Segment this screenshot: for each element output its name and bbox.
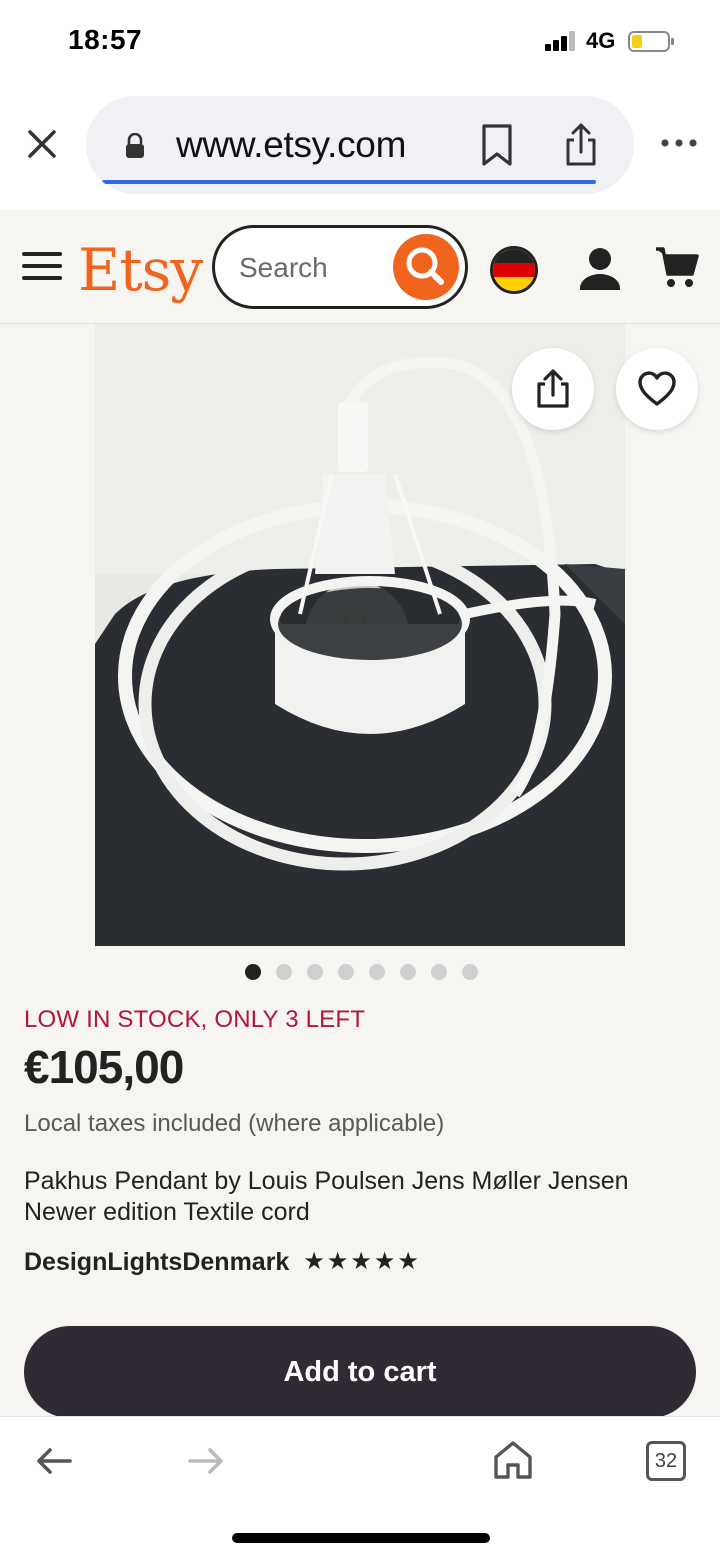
carousel-dot[interactable] bbox=[307, 964, 323, 980]
address-field[interactable]: www.etsy.com bbox=[86, 96, 634, 194]
network-type: 4G bbox=[586, 28, 616, 53]
status-time: 18:57 bbox=[68, 24, 143, 55]
etsy-logo[interactable]: Etsy bbox=[78, 236, 203, 304]
search-button[interactable] bbox=[393, 234, 459, 300]
search-placeholder: Search bbox=[239, 252, 328, 283]
tax-note: Local taxes included (where applicable) bbox=[24, 1110, 445, 1137]
home-icon[interactable] bbox=[492, 1439, 534, 1481]
heart-icon bbox=[638, 371, 676, 406]
carousel-dot[interactable] bbox=[400, 964, 416, 980]
carousel-dot[interactable] bbox=[245, 964, 261, 980]
browser-toolbar: 32 bbox=[0, 1416, 720, 1559]
share-icon[interactable] bbox=[562, 122, 600, 168]
more-icon[interactable] bbox=[660, 136, 698, 150]
star-icon: ★ bbox=[303, 1248, 325, 1275]
forward-arrow-icon[interactable] bbox=[186, 1445, 226, 1477]
rating-stars: ★ ★ ★ ★ ★ bbox=[303, 1250, 419, 1274]
search-input[interactable]: Search bbox=[212, 225, 468, 309]
page-load-progress bbox=[102, 180, 596, 184]
cart-icon[interactable] bbox=[654, 244, 700, 290]
add-to-cart-button[interactable]: Add to cart bbox=[24, 1326, 696, 1418]
star-icon: ★ bbox=[350, 1248, 372, 1275]
battery-icon bbox=[628, 31, 674, 52]
carousel-dot[interactable] bbox=[431, 964, 447, 980]
signal-icon bbox=[545, 31, 577, 51]
shop-name[interactable]: DesignLightsDenmark bbox=[24, 1248, 289, 1277]
site-header: Etsy Search bbox=[0, 210, 720, 324]
shop-row[interactable]: DesignLightsDenmark ★ ★ ★ ★ ★ bbox=[24, 1244, 419, 1280]
stock-notice: LOW IN STOCK, ONLY 3 LEFT bbox=[24, 1006, 366, 1033]
star-icon: ★ bbox=[326, 1248, 349, 1275]
carousel-dot[interactable] bbox=[462, 964, 478, 980]
home-indicator bbox=[232, 1533, 490, 1543]
favorite-button[interactable] bbox=[616, 348, 698, 430]
user-icon[interactable] bbox=[578, 244, 622, 294]
search-icon bbox=[406, 247, 444, 285]
bookmark-icon[interactable] bbox=[478, 122, 516, 168]
product-page: LOW IN STOCK, ONLY 3 LEFT €105,00 Local … bbox=[0, 324, 720, 1418]
lock-icon bbox=[126, 133, 144, 158]
carousel-dot[interactable] bbox=[369, 964, 385, 980]
carousel-dot[interactable] bbox=[276, 964, 292, 980]
browser-url-bar: www.etsy.com bbox=[0, 84, 720, 210]
flag-germany-icon[interactable] bbox=[490, 246, 538, 294]
carousel-dot[interactable] bbox=[338, 964, 354, 980]
star-icon: ★ bbox=[373, 1248, 396, 1275]
url-text: www.etsy.com bbox=[176, 124, 407, 165]
tabs-icon[interactable]: 32 bbox=[646, 1441, 686, 1481]
share-icon bbox=[537, 369, 569, 408]
close-icon[interactable] bbox=[22, 124, 62, 164]
star-icon: ★ bbox=[397, 1248, 419, 1275]
price: €105,00 bbox=[24, 1041, 184, 1093]
menu-icon[interactable] bbox=[22, 250, 62, 282]
back-arrow-icon[interactable] bbox=[34, 1445, 74, 1477]
image-share-button[interactable] bbox=[512, 348, 594, 430]
product-title: Pakhus Pendant by Louis Poulsen Jens Møl… bbox=[24, 1167, 629, 1226]
image-carousel-dots[interactable] bbox=[245, 964, 478, 980]
status-bar: 18:57 4G bbox=[0, 0, 720, 84]
